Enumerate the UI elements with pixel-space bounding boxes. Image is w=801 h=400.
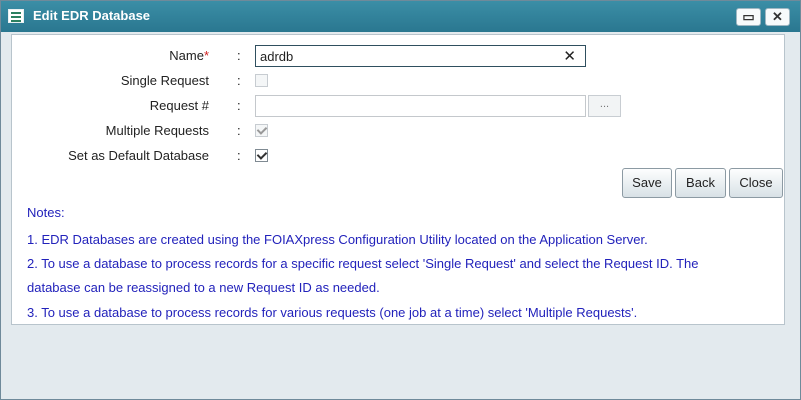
note-line: 2. To use a database to process records …	[27, 256, 699, 271]
browse-request-button[interactable]: ...	[588, 95, 621, 117]
edit-edr-database-window: Edit EDR Database ▭ ✕ Name* : adrdb ✕ Si…	[0, 0, 801, 400]
window-title: Edit EDR Database	[33, 8, 151, 23]
colon: :	[237, 123, 241, 138]
close-window-button[interactable]: ✕	[765, 8, 790, 26]
clear-icon[interactable]: ✕	[563, 47, 576, 65]
required-marker: *	[203, 48, 209, 63]
save-button[interactable]: Save	[622, 168, 672, 198]
multiple-requests-row: Multiple Requests :	[12, 120, 784, 142]
multiple-requests-checkbox[interactable]	[255, 124, 268, 137]
request-number-label: Request #	[149, 98, 209, 113]
name-input[interactable]: adrdb ✕	[255, 45, 586, 67]
colon: :	[237, 73, 241, 88]
single-request-label: Single Request	[120, 73, 209, 88]
close-button[interactable]: Close	[729, 168, 783, 198]
default-database-label: Set as Default Database	[68, 148, 209, 163]
name-row: Name* : adrdb ✕	[12, 45, 784, 67]
colon: :	[237, 98, 241, 113]
notes-heading: Notes:	[27, 205, 65, 220]
title-bar: Edit EDR Database ▭ ✕	[1, 1, 800, 32]
maximize-button[interactable]: ▭	[736, 8, 761, 26]
panel-gutter	[785, 34, 795, 323]
request-number-row: Request # : ...	[12, 95, 784, 117]
note-line: database can be reassigned to a new Requ…	[27, 280, 380, 295]
form-panel: Name* : adrdb ✕ Single Request : Request…	[11, 34, 785, 325]
note-line: 3. To use a database to process records …	[27, 305, 638, 320]
single-request-checkbox[interactable]	[255, 74, 268, 87]
name-label: Name*	[169, 48, 209, 63]
single-request-row: Single Request :	[12, 70, 784, 92]
colon: :	[237, 48, 241, 63]
close-icon: ✕	[772, 9, 783, 24]
default-database-row: Set as Default Database :	[12, 145, 784, 167]
maximize-icon: ▭	[742, 9, 755, 24]
name-value: adrdb	[260, 49, 294, 64]
form-icon	[8, 9, 24, 23]
multiple-requests-label: Multiple Requests	[105, 123, 209, 138]
colon: :	[237, 148, 241, 163]
back-button[interactable]: Back	[675, 168, 726, 198]
note-line: 1. EDR Databases are created using the F…	[27, 232, 648, 247]
default-database-checkbox[interactable]	[255, 149, 268, 162]
request-number-input[interactable]	[255, 95, 586, 117]
